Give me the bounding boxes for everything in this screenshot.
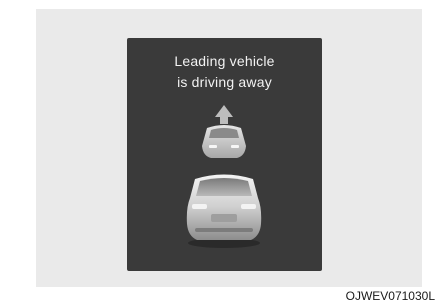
own-vehicle-icon (186, 174, 262, 248)
up-arrow-icon (215, 105, 233, 124)
cluster-display: Leading vehicle is driving away (127, 38, 322, 271)
leading-vehicle-icon (202, 125, 246, 158)
driving-scene (186, 105, 262, 248)
figure-code: OJWEV071030L (345, 289, 435, 303)
manual-figure: Leading vehicle is driving away OJWEV071… (0, 0, 437, 305)
